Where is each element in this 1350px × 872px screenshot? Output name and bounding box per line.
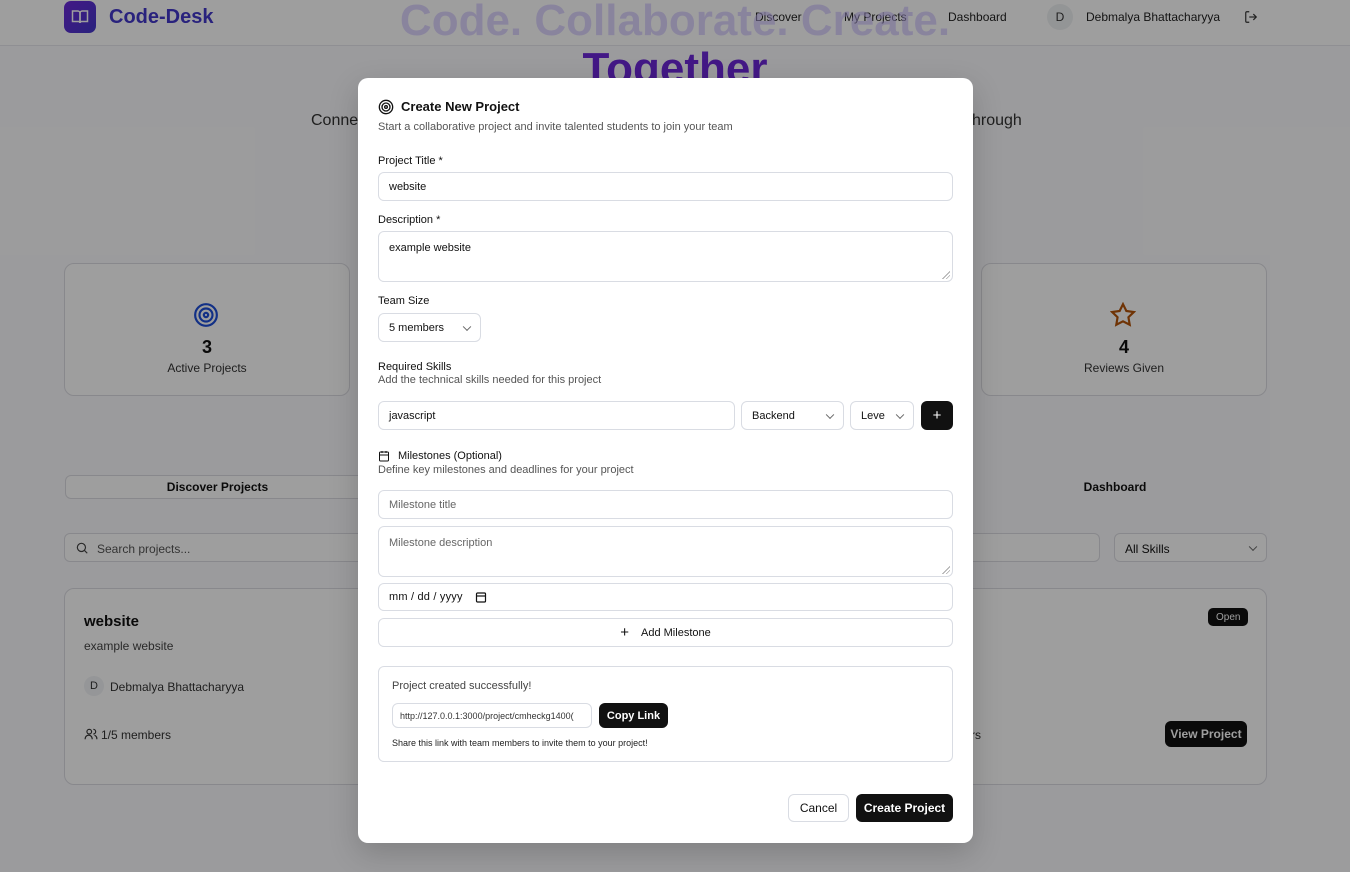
team-size-value: 5 members: [389, 321, 445, 334]
copy-link-button[interactable]: Copy Link: [599, 703, 668, 728]
create-project-button[interactable]: Create Project: [856, 794, 953, 822]
description-label: Description *: [378, 214, 441, 226]
dialog-subtitle: Start a collaborative project and invite…: [378, 121, 733, 133]
milestone-description-placeholder: Milestone description: [389, 537, 493, 549]
skill-level-value: Leve: [861, 409, 885, 422]
chevron-down-icon: [895, 410, 905, 419]
chevron-down-icon: [462, 322, 472, 331]
add-skill-button[interactable]: +: [921, 401, 953, 430]
skill-category-select[interactable]: Backend: [741, 401, 844, 430]
resize-handle-icon[interactable]: [942, 566, 950, 574]
team-size-label: Team Size: [378, 295, 430, 307]
calendar-picker-icon[interactable]: [475, 591, 487, 606]
create-project-dialog: Create New Project Start a collaborative…: [358, 78, 973, 843]
success-panel: Project created successfully! http://127…: [378, 666, 953, 762]
skill-level-select[interactable]: Leve: [850, 401, 914, 430]
required-skills-label: Required Skills: [378, 361, 452, 373]
milestone-title-placeholder: Milestone title: [389, 498, 457, 511]
team-size-select[interactable]: 5 members: [378, 313, 481, 342]
milestones-label: Milestones (Optional): [398, 450, 502, 462]
chevron-down-icon: [825, 410, 835, 419]
add-milestone-label: Add Milestone: [641, 626, 711, 639]
skill-name-input[interactable]: javascript: [378, 401, 735, 430]
milestone-description-textarea[interactable]: Milestone description: [378, 526, 953, 577]
share-hint: Share this link with team members to inv…: [392, 738, 648, 748]
description-textarea[interactable]: example website: [378, 231, 953, 282]
add-milestone-button[interactable]: + Add Milestone: [378, 618, 953, 647]
resize-handle-icon[interactable]: [942, 271, 950, 279]
dialog-title: Create New Project: [401, 99, 520, 114]
share-link-input[interactable]: http://127.0.0.1:3000/project/cmheckg140…: [392, 703, 592, 728]
project-title-value: website: [389, 180, 427, 193]
success-message: Project created successfully!: [392, 680, 532, 692]
milestone-date-input[interactable]: mm / dd / yyyy: [378, 583, 953, 611]
project-title-input[interactable]: website: [378, 172, 953, 201]
cancel-button[interactable]: Cancel: [788, 794, 849, 822]
milestone-date-placeholder: mm / dd / yyyy: [389, 591, 463, 603]
skill-category-value: Backend: [752, 409, 795, 422]
plus-icon: +: [620, 624, 630, 641]
project-title-label: Project Title *: [378, 155, 443, 167]
skill-name-value: javascript: [389, 409, 436, 422]
share-link-value: http://127.0.0.1:3000/project/cmheckg140…: [400, 710, 574, 721]
required-skills-subtitle: Add the technical skills needed for this…: [378, 374, 602, 386]
target-icon: [378, 99, 394, 120]
milestones-subtitle: Define key milestones and deadlines for …: [378, 464, 634, 476]
milestone-title-input[interactable]: Milestone title: [378, 490, 953, 519]
description-value: example website: [389, 242, 471, 254]
